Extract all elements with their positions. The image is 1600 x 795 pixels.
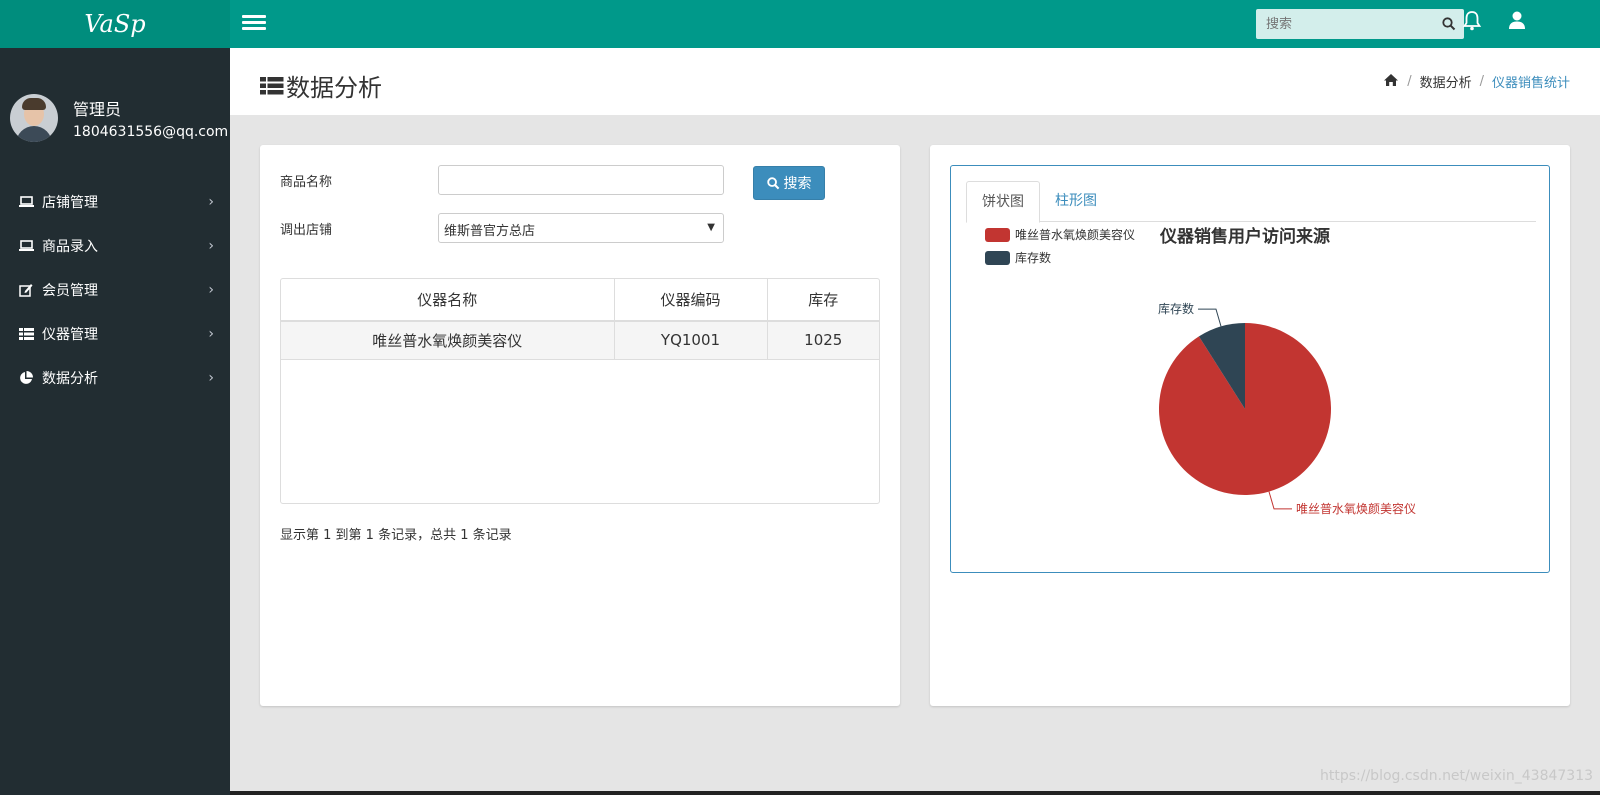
column-header[interactable]: 库存 (767, 279, 879, 322)
pie-label: 唯丝普水氧焕颜美容仪 (1296, 501, 1416, 516)
store-selected-value: 维斯普官方总店 (444, 224, 536, 239)
list-icon (260, 76, 284, 96)
chart-title: 仪器销售用户访问来源 (1159, 226, 1330, 247)
sidebar-item-data-analysis[interactable]: 数据分析 › (0, 356, 230, 400)
menu-toggle-icon[interactable] (242, 12, 266, 36)
legend-label[interactable]: 库存数 (1015, 250, 1051, 265)
user-email: 1804631556@qq.com (73, 124, 229, 140)
avatar (10, 94, 58, 142)
chart-box: 饼状图 柱形图 唯丝普水氧焕颜美容仪 库存数 仪器销售用户访问来源 唯丝普水氧焕颜… (950, 165, 1550, 573)
store-row: 调出店铺 维斯普官方总店 ▼ (280, 213, 724, 243)
product-name-row: 商品名称 (280, 165, 724, 195)
table-cell: 1025 (767, 321, 879, 360)
search-button-label: 搜索 (783, 176, 812, 192)
search-icon[interactable] (1442, 16, 1456, 35)
sidebar-item-instruments[interactable]: 仪器管理 › (0, 312, 230, 356)
chart-legend: 唯丝普水氧焕颜美容仪库存数 (985, 227, 1135, 265)
watermark-text: https://blog.csdn.net/weixin_43847313 (1320, 768, 1594, 784)
breadcrumb-current[interactable]: 仪器销售统计 (1492, 72, 1570, 91)
chart-tabs: 饼状图 柱形图 (966, 181, 1536, 223)
label-leader-line (1197, 308, 1222, 327)
laptop-icon (18, 239, 34, 253)
breadcrumb-item[interactable]: 数据分析 (1420, 72, 1472, 91)
page-title-text: 数据分析 (286, 74, 382, 102)
search-button[interactable]: 搜索 (753, 166, 825, 200)
legend-swatch[interactable] (985, 251, 1010, 265)
breadcrumb: / 数据分析 / 仪器销售统计 (1383, 72, 1570, 91)
sidebar-item-label: 商品录入 (42, 239, 98, 255)
search-input[interactable] (1256, 9, 1426, 39)
breadcrumb-separator: / (1479, 74, 1484, 89)
sidebar: VaSp 管理员 1804631556@qq.com 店铺管理 › 商品录入 › (0, 0, 230, 795)
pagination-info: 显示第 1 到第 1 条记录，总共 1 条记录 (280, 528, 512, 543)
caret-down-icon: ▼ (707, 222, 715, 233)
sidebar-item-members[interactable]: 会员管理 › (0, 268, 230, 312)
bell-icon[interactable] (1462, 10, 1482, 36)
breadcrumb-separator: / (1407, 74, 1412, 89)
chevron-right-icon: › (208, 194, 214, 210)
edit-icon (18, 283, 34, 297)
table-row[interactable]: 唯丝普水氧焕颜美容仪 YQ1001 1025 (281, 321, 879, 360)
pie-label: 库存数 (1158, 301, 1194, 316)
user-icon[interactable] (1508, 10, 1526, 36)
sidebar-menu: 店铺管理 › 商品录入 › 会员管理 › 仪器管理 › 数据分析 › (0, 180, 230, 400)
sidebar-item-label: 店铺管理 (42, 195, 98, 211)
chevron-right-icon: › (208, 238, 214, 254)
table-header-row: 仪器名称 仪器编码 库存 (281, 279, 879, 322)
page-title: 数据分析 (260, 68, 382, 103)
list-icon (18, 327, 34, 341)
tab-pie[interactable]: 饼状图 (966, 181, 1040, 223)
sidebar-item-product-entry[interactable]: 商品录入 › (0, 224, 230, 268)
home-icon[interactable] (1383, 73, 1399, 91)
user-panel: 管理员 1804631556@qq.com (0, 48, 230, 180)
sidebar-item-label: 数据分析 (42, 371, 98, 387)
header-search (1256, 9, 1464, 39)
instrument-table: 仪器名称 仪器编码 库存 唯丝普水氧焕颜美容仪 YQ1001 1025 (280, 278, 880, 504)
column-header[interactable]: 仪器名称 (281, 279, 615, 322)
sidebar-item-label: 仪器管理 (42, 327, 98, 343)
table-cell: YQ1001 (614, 321, 768, 360)
legend-label[interactable]: 唯丝普水氧焕颜美容仪 (1015, 227, 1135, 242)
label-leader-line (1268, 491, 1293, 510)
user-name: 管理员 (73, 100, 122, 119)
chevron-right-icon: › (208, 326, 214, 342)
column-header[interactable]: 仪器编码 (614, 279, 768, 322)
pie-slices (1159, 323, 1331, 496)
pie-chart: 唯丝普水氧焕颜美容仪库存数 仪器销售用户访问来源 唯丝普水氧焕颜美容仪库存数 (985, 226, 1416, 516)
tab-bar[interactable]: 柱形图 (1040, 181, 1112, 222)
table-cell: 唯丝普水氧焕颜美容仪 (281, 321, 615, 360)
app-logo[interactable]: VaSp (0, 0, 230, 48)
sidebar-item-store[interactable]: 店铺管理 › (0, 180, 230, 224)
product-name-input[interactable] (438, 165, 724, 195)
content-header: 数据分析 / 数据分析 / 仪器销售统计 (230, 48, 1600, 115)
bottom-bar (230, 791, 1600, 795)
sidebar-item-label: 会员管理 (42, 283, 98, 299)
store-select[interactable]: 维斯普官方总店 ▼ (438, 213, 724, 243)
chart-panel: 饼状图 柱形图 唯丝普水氧焕颜美容仪 库存数 仪器销售用户访问来源 唯丝普水氧焕颜… (930, 145, 1570, 706)
top-navbar (230, 0, 1600, 48)
laptop-icon (18, 195, 34, 209)
chevron-right-icon: › (208, 282, 214, 298)
search-icon (766, 176, 779, 189)
search-panel: 商品名称 搜索 调出店铺 维斯普官方总店 ▼ 仪器名称 仪器编码 库存 唯丝普水… (260, 145, 900, 706)
chevron-right-icon: › (208, 370, 214, 386)
legend-swatch[interactable] (985, 228, 1010, 242)
product-name-label: 商品名称 (280, 175, 333, 190)
store-label: 调出店铺 (280, 223, 333, 238)
pie-chart-icon (18, 371, 34, 385)
